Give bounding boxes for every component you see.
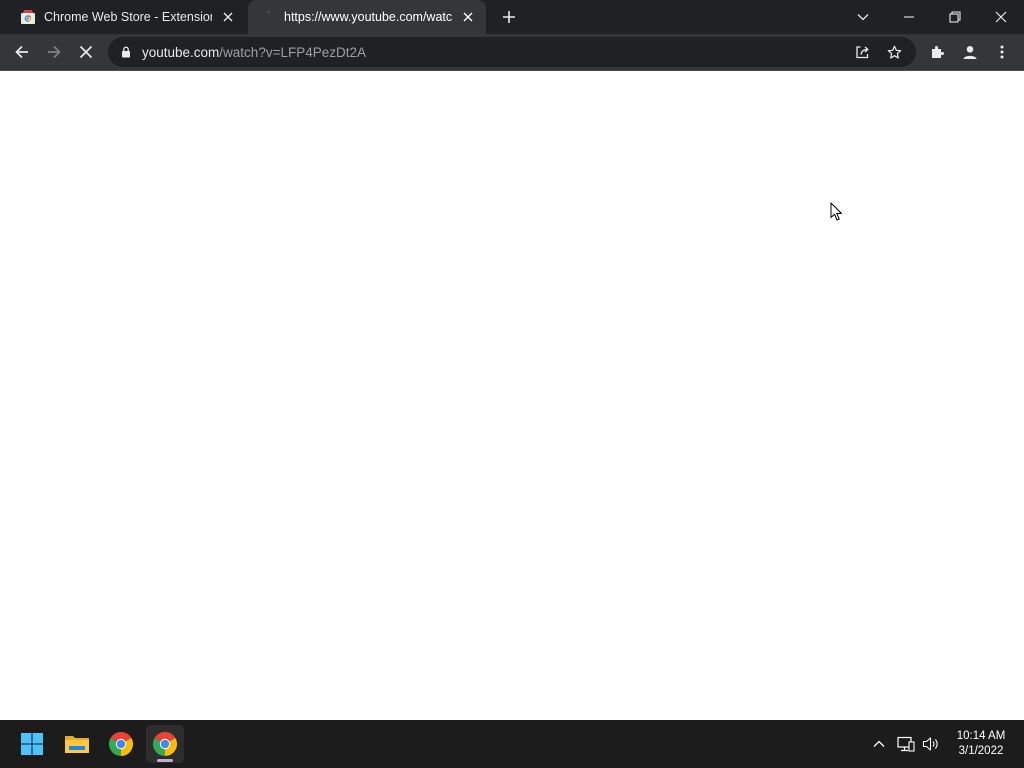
stop-loading-button[interactable] xyxy=(72,38,100,66)
start-button[interactable] xyxy=(13,725,51,763)
tab-search-button[interactable] xyxy=(840,0,886,34)
minimize-button[interactable] xyxy=(886,0,932,34)
lock-icon[interactable] xyxy=(118,46,134,58)
browser-toolbar: youtube.com/watch?v=LFP4PezDt2A xyxy=(0,34,1024,71)
loading-icon xyxy=(260,9,276,25)
menu-button[interactable] xyxy=(988,38,1016,66)
new-tab-button[interactable] xyxy=(498,6,520,28)
profile-avatar-icon xyxy=(963,46,977,59)
tab-title: Chrome Web Store - Extensions xyxy=(44,10,212,24)
tab-strip: Chrome Web Store - Extensions https://ww… xyxy=(0,0,1024,34)
url-path: /watch?v=LFP4PezDt2A xyxy=(219,44,366,60)
url-text[interactable]: youtube.com/watch?v=LFP4PezDt2A xyxy=(142,45,366,60)
tab-title: https://www.youtube.com/watch xyxy=(284,10,452,24)
share-icon[interactable] xyxy=(846,37,878,67)
arrow-right-icon xyxy=(48,45,61,59)
back-button[interactable] xyxy=(8,38,36,66)
plus-icon xyxy=(503,11,515,23)
address-bar[interactable]: youtube.com/watch?v=LFP4PezDt2A xyxy=(108,37,916,67)
profile-button[interactable] xyxy=(956,38,984,66)
url-host: youtube.com xyxy=(142,44,220,60)
tab-youtube[interactable]: https://www.youtube.com/watch xyxy=(248,0,486,34)
minimize-icon xyxy=(904,16,914,18)
network-button[interactable] xyxy=(895,720,917,768)
show-hidden-icons-button[interactable] xyxy=(868,720,890,768)
system-clock[interactable]: 10:14 AM 3/1/2022 xyxy=(948,729,1014,759)
file-explorer-icon xyxy=(65,736,89,753)
chrome-taskbar-button[interactable] xyxy=(102,725,140,763)
taskbar: 10:14 AM 3/1/2022 xyxy=(0,720,1024,768)
tab-chrome-web-store[interactable]: Chrome Web Store - Extensions xyxy=(8,0,246,34)
chevron-up-icon xyxy=(873,740,885,747)
mouse-pointer-icon xyxy=(830,202,843,226)
start-icon xyxy=(21,733,43,755)
page-content[interactable] xyxy=(0,71,1024,720)
clock-time: 10:14 AM xyxy=(956,730,1006,742)
restore-button[interactable] xyxy=(932,0,978,34)
speaker-icon xyxy=(922,737,938,751)
file-explorer-button[interactable] xyxy=(58,725,96,763)
puzzle-icon xyxy=(932,46,944,58)
restore-icon xyxy=(949,11,961,23)
chrome-taskbar-button-active[interactable] xyxy=(146,725,184,763)
network-icon xyxy=(897,736,915,752)
chrome-icon xyxy=(153,732,177,756)
chevron-down-icon xyxy=(857,14,869,21)
bookmark-star-icon[interactable] xyxy=(878,37,910,67)
tab-close-icon[interactable] xyxy=(218,7,238,27)
chrome-icon xyxy=(109,732,133,756)
arrow-left-icon xyxy=(15,45,28,59)
active-app-indicator xyxy=(157,759,173,762)
kebab-menu-icon xyxy=(1000,45,1004,59)
forward-button[interactable] xyxy=(40,38,68,66)
close-window-button[interactable] xyxy=(978,0,1024,34)
tab-close-icon[interactable] xyxy=(458,7,478,27)
stop-icon xyxy=(79,45,93,59)
volume-button[interactable] xyxy=(920,720,942,768)
clock-date: 3/1/2022 xyxy=(958,745,1004,757)
extensions-button[interactable] xyxy=(924,38,952,66)
close-icon xyxy=(995,11,1007,23)
chrome-web-store-icon xyxy=(20,9,36,25)
